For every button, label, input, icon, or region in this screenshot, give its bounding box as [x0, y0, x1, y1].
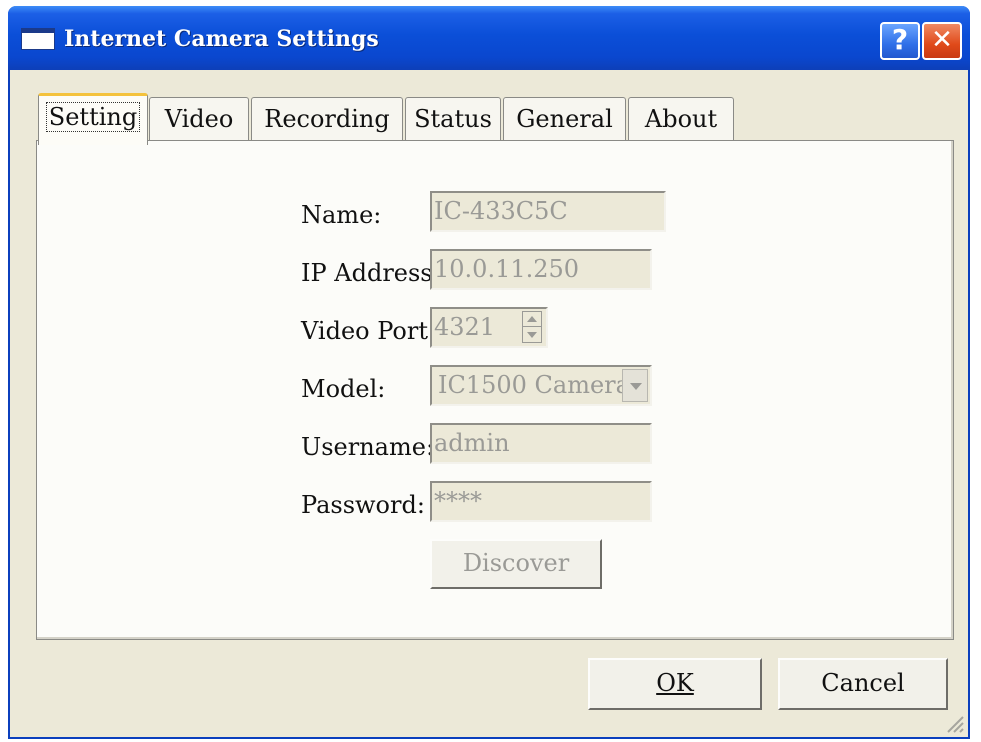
tab-about[interactable]: About	[628, 97, 734, 141]
ip-address-label: IP Address:	[301, 259, 441, 287]
username-field[interactable]: admin	[430, 423, 652, 464]
window-title: Internet Camera Settings	[64, 26, 379, 52]
password-field[interactable]: ****	[430, 481, 652, 522]
model-label: Model:	[301, 375, 386, 403]
tab-general[interactable]: General	[503, 97, 626, 141]
cancel-button[interactable]: Cancel	[778, 658, 948, 710]
ip-address-field[interactable]: 10.0.11.250	[430, 249, 652, 290]
tab-label: General	[516, 105, 613, 133]
ok-label: OK	[656, 669, 694, 697]
name-field[interactable]: IC-433C5C	[430, 191, 666, 232]
tab-label: Recording	[264, 105, 390, 133]
chevron-down-icon[interactable]	[622, 369, 648, 402]
tab-label: Status	[414, 105, 492, 133]
tab-setting[interactable]: Setting	[38, 93, 148, 145]
help-button[interactable]: ?	[880, 22, 920, 60]
tab-label: Setting	[45, 102, 141, 132]
tab-video[interactable]: Video	[149, 97, 249, 141]
tab-label: About	[644, 105, 718, 133]
dialog-content: Setting Video Recording Status General A…	[10, 70, 968, 737]
setting-panel: Name: IC-433C5C IP Address: 10.0.11.250 …	[36, 140, 954, 640]
tab-label: Video	[164, 105, 234, 133]
video-port-label: Video Port:	[301, 317, 437, 345]
camera-settings-dialog: Internet Camera Settings ? ✕ Setting Vid…	[8, 6, 970, 739]
window-icon	[21, 28, 55, 50]
cancel-label: Cancel	[821, 669, 905, 697]
close-button[interactable]: ✕	[922, 22, 962, 60]
spin-arrows-icon[interactable]	[522, 311, 542, 343]
password-label: Password:	[301, 491, 425, 519]
name-label: Name:	[301, 201, 382, 229]
tab-status[interactable]: Status	[405, 97, 501, 141]
title-bar[interactable]: Internet Camera Settings ? ✕	[8, 6, 970, 70]
tab-recording[interactable]: Recording	[251, 97, 403, 141]
username-label: Username:	[301, 433, 435, 461]
model-select[interactable]: IC1500 Camera	[430, 365, 652, 406]
discover-button[interactable]: Discover	[430, 539, 602, 589]
ok-button[interactable]: OK	[588, 658, 762, 710]
model-value: IC1500 Camera	[438, 371, 630, 399]
video-port-value: 4321	[434, 313, 496, 341]
resize-grip-icon[interactable]	[942, 711, 964, 733]
video-port-stepper[interactable]: 4321	[430, 307, 548, 348]
